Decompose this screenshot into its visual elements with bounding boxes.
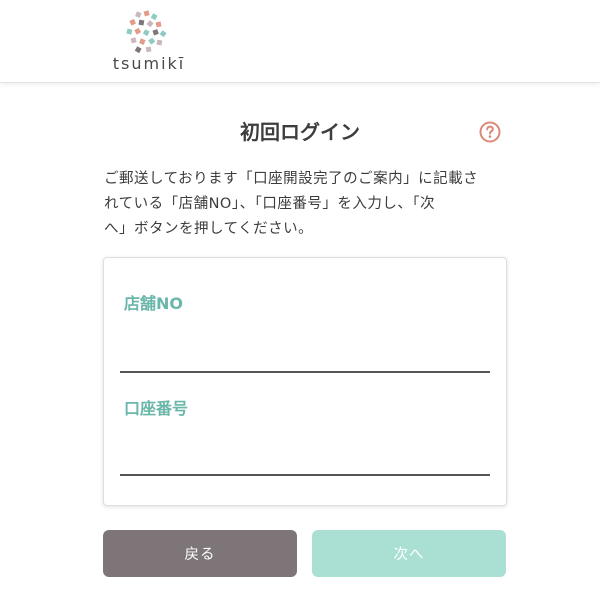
question-circle-icon[interactable] — [479, 121, 501, 143]
instruction-text: ご郵送しております「口座開設完了のご案内」に記載さ れている「店舗NO」、「口座… — [104, 167, 514, 242]
instruction-line: れている「店舗NO」、「口座番号」を入力し、「次 — [104, 196, 436, 212]
page-title: 初回ログイン — [240, 120, 360, 144]
instruction-line: ご郵送しております「口座開設完了のご案内」に記載さ — [104, 171, 479, 187]
tsumiki-blocks-logo-icon — [126, 10, 167, 54]
app-header: tsumikī — [0, 0, 600, 83]
logo-text: tsumikī — [112, 54, 186, 73]
back-button-label: 戻る — [184, 547, 216, 563]
tsumiki-logo[interactable]: tsumikī — [104, 8, 194, 78]
next-button[interactable]: 次へ — [312, 530, 506, 577]
store-no-label: 店舗NO — [124, 294, 183, 313]
login-form-card: 店舗NO 口座番号 — [103, 257, 507, 506]
store-no-input[interactable] — [120, 339, 490, 373]
account-no-label: 口座番号 — [124, 399, 189, 418]
next-button-label: 次へ — [393, 547, 425, 563]
account-no-input[interactable] — [120, 442, 490, 476]
instruction-line: へ」ボタンを押してください。 — [104, 221, 314, 237]
back-button[interactable]: 戻る — [103, 530, 297, 577]
